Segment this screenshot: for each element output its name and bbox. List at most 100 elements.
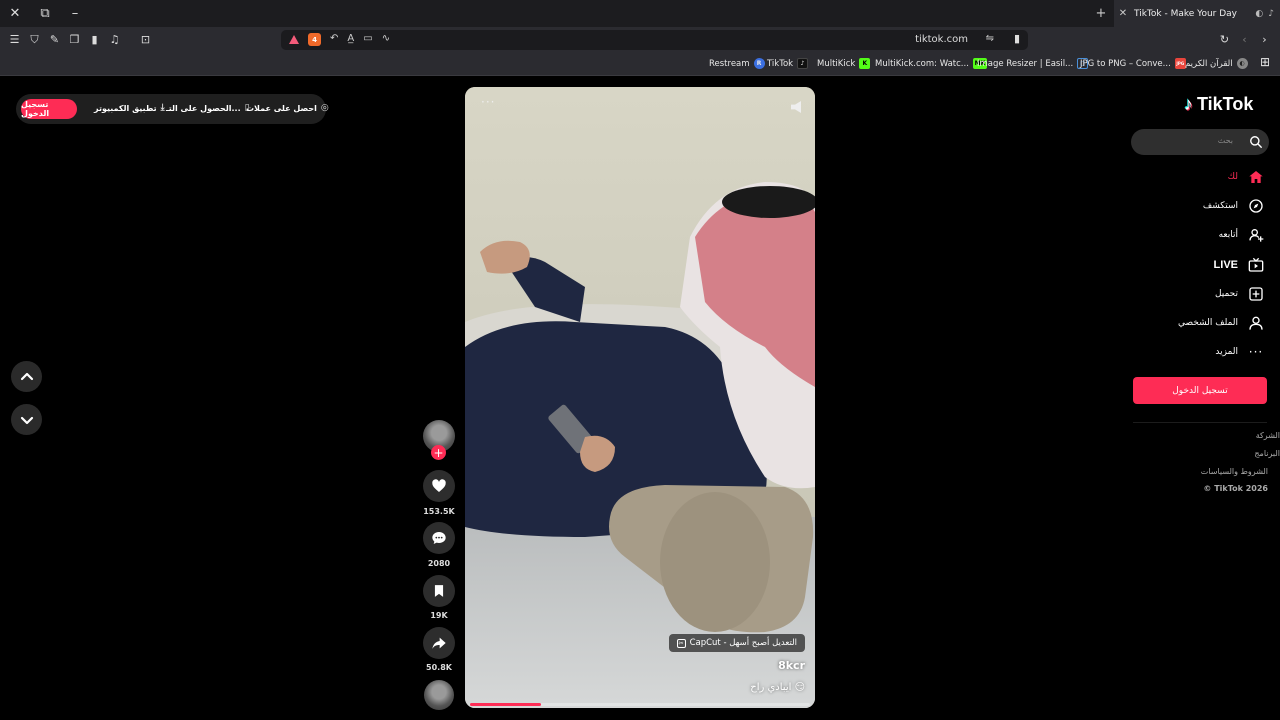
download-icon: ⤓ bbox=[160, 103, 165, 113]
bookmark-restream[interactable]: Restream R bbox=[709, 58, 765, 69]
nav-for-you[interactable]: لك bbox=[1228, 166, 1264, 188]
screenshot-icon[interactable]: ⊡ bbox=[138, 32, 153, 47]
browser-titlebar: ✕ ⧉ – + ✕ TikTok - Make Your Day ◐ ♪ bbox=[0, 0, 1280, 27]
sidebar-divider bbox=[1133, 422, 1267, 423]
close-window-icon[interactable]: ✕ bbox=[0, 0, 30, 27]
pin-icon[interactable]: ✎ bbox=[47, 32, 62, 47]
bookmark-multikick-watch[interactable]: MultiKick.com: Watc... MK bbox=[875, 58, 987, 69]
restore-window-icon[interactable]: ⧉ bbox=[30, 0, 60, 27]
user-plus-icon bbox=[1248, 227, 1264, 243]
back-icon[interactable]: ‹ bbox=[1237, 32, 1252, 47]
sidebar-login-button[interactable]: تسجيل الدخول bbox=[1133, 377, 1267, 404]
video-progress-fill bbox=[470, 703, 542, 706]
music-icon[interactable]: ♫ bbox=[107, 32, 122, 47]
bookmark-tiktok[interactable]: TikTok ♪ bbox=[767, 58, 809, 69]
video-player[interactable]: ··· ✂ CapCut - التعديل أصبح أسهل 8kcr اي… bbox=[465, 87, 815, 708]
like-count: 153.5K bbox=[423, 507, 455, 516]
get-coins-link[interactable]: احصل على عملات ◎ bbox=[246, 103, 329, 113]
bookmark-icon bbox=[434, 585, 444, 597]
next-video-button[interactable] bbox=[11, 404, 42, 435]
video-progress-bar[interactable] bbox=[470, 703, 810, 706]
wave-icon[interactable]: ∿ bbox=[382, 33, 390, 46]
url-text[interactable]: tiktok.com bbox=[915, 34, 968, 45]
profile-icon bbox=[1248, 315, 1264, 331]
share-count: 50.8K bbox=[426, 663, 452, 672]
bookmark-multikick[interactable]: MultiKick K bbox=[817, 58, 871, 69]
new-tab-button[interactable]: + bbox=[1090, 0, 1112, 27]
bookmark-icon[interactable]: ▮ bbox=[1014, 32, 1020, 45]
globe-icon: ◐ bbox=[1236, 58, 1248, 69]
restream-icon: R bbox=[753, 58, 765, 69]
kick-icon: K bbox=[859, 58, 871, 69]
minimize-window-icon[interactable]: – bbox=[60, 0, 90, 27]
undo-icon[interactable]: ↶ bbox=[330, 33, 338, 46]
nav-explore[interactable]: استكشف bbox=[1203, 195, 1264, 217]
address-bar[interactable]: 4 ↶ A̲ ▭ ∿ tiktok.com ⇋ ▮ bbox=[281, 30, 1028, 50]
chevron-down-icon bbox=[20, 416, 33, 424]
video-frame bbox=[465, 87, 815, 708]
follow-plus-icon[interactable]: + bbox=[431, 445, 446, 460]
previous-video-button[interactable] bbox=[11, 361, 42, 392]
like-button[interactable] bbox=[423, 470, 455, 502]
nav-profile[interactable]: الملف الشخصي bbox=[1178, 312, 1264, 334]
bookmarks-bar: Restream R TikTok ♪ MultiKick K MultiKic… bbox=[0, 52, 1280, 76]
video-caption: ايبادي راح 😏 bbox=[750, 682, 805, 693]
save-button[interactable] bbox=[423, 575, 455, 607]
nav-live[interactable]: LIVE bbox=[1214, 254, 1264, 276]
tiktok-page: تسجيل الدخول تطبيق الكمبيوتر ⤓ الحصول عل… bbox=[0, 77, 1280, 720]
share-arrow-icon bbox=[432, 637, 446, 649]
login-button[interactable]: تسجيل الدخول bbox=[21, 99, 77, 119]
tab-close-icon[interactable]: ✕ bbox=[1114, 8, 1132, 19]
upload-icon bbox=[1248, 286, 1264, 302]
search-bar[interactable]: بحث bbox=[1131, 129, 1269, 155]
sidebar-icon[interactable]: ▮ bbox=[87, 32, 102, 47]
tiktok-logo[interactable]: ♪ TikTok bbox=[1184, 94, 1253, 115]
menu-icon[interactable]: ☰ bbox=[7, 32, 22, 47]
brave-shield-icon[interactable]: 4 bbox=[308, 33, 321, 46]
save-count: 19K bbox=[430, 611, 448, 620]
browser-tab[interactable]: ✕ TikTok - Make Your Day ◐ ♪ bbox=[1114, 0, 1280, 27]
bookmark-image-resizer[interactable]: Image Resizer | Easil... ▢ bbox=[977, 58, 1089, 69]
home-icon bbox=[1248, 169, 1264, 185]
footer-company[interactable]: الشركة bbox=[1256, 431, 1280, 440]
footer-terms[interactable]: الشروط والسياسات bbox=[1201, 467, 1268, 476]
sound-avatar[interactable] bbox=[424, 680, 454, 710]
footer-program[interactable]: البرنامج bbox=[1254, 449, 1280, 458]
cast-icon[interactable]: ▭ bbox=[363, 33, 372, 46]
tab-audio-icon[interactable]: ◐ bbox=[1255, 9, 1263, 19]
brave-rewards-icon[interactable] bbox=[289, 35, 299, 44]
comment-icon bbox=[432, 532, 446, 544]
compass-icon bbox=[1248, 198, 1264, 214]
shield-outline-icon[interactable]: ⛉ bbox=[27, 32, 42, 47]
heart-icon bbox=[432, 479, 446, 492]
chevron-up-icon bbox=[20, 372, 33, 380]
tiktok-icon: ♪ bbox=[797, 58, 809, 69]
capcut-badge[interactable]: ✂ CapCut - التعديل أصبح أسهل bbox=[668, 634, 805, 652]
reload-icon[interactable]: ↻ bbox=[1217, 32, 1232, 47]
tabs-icon[interactable]: ❐ bbox=[67, 32, 82, 47]
more-options-icon[interactable]: ··· bbox=[481, 95, 495, 109]
tab-favicon-icon: ♪ bbox=[1268, 8, 1274, 19]
bookmark-jpg-to-png[interactable]: JPG to PNG – Conve... JPG bbox=[1080, 58, 1186, 69]
top-action-bar: تسجيل الدخول تطبيق الكمبيوتر ⤓ الحصول عل… bbox=[16, 94, 329, 124]
forward-icon[interactable]: › bbox=[1257, 32, 1272, 47]
translate-icon[interactable]: A̲ bbox=[347, 33, 354, 46]
tiktok-note-icon: ♪ bbox=[1184, 94, 1193, 114]
live-tv-icon bbox=[1248, 257, 1264, 273]
site-settings-icon[interactable]: ⇋ bbox=[986, 33, 994, 44]
share-button[interactable] bbox=[423, 627, 455, 659]
nav-upload[interactable]: تحميل bbox=[1215, 283, 1264, 305]
capcut-icon: ✂ bbox=[676, 638, 686, 648]
nav-more[interactable]: المزيد ··· bbox=[1215, 341, 1264, 363]
bookmark-quran[interactable]: القرآن الكريم ◐ bbox=[1185, 58, 1248, 69]
comment-count: 2080 bbox=[427, 559, 451, 568]
tab-title: TikTok - Make Your Day bbox=[1134, 8, 1238, 19]
comment-button[interactable] bbox=[423, 522, 455, 554]
coin-icon: ◎ bbox=[320, 103, 329, 113]
apps-grid-icon[interactable]: ⊞ bbox=[1260, 55, 1270, 69]
video-author[interactable]: 8kcr bbox=[778, 659, 805, 672]
get-app-link[interactable]: الحصول على التـ... ▯ bbox=[166, 103, 250, 113]
desktop-app-link[interactable]: تطبيق الكمبيوتر ⤓ bbox=[94, 103, 165, 113]
search-icon[interactable] bbox=[1249, 134, 1263, 153]
nav-following[interactable]: أتابعه bbox=[1219, 224, 1264, 246]
